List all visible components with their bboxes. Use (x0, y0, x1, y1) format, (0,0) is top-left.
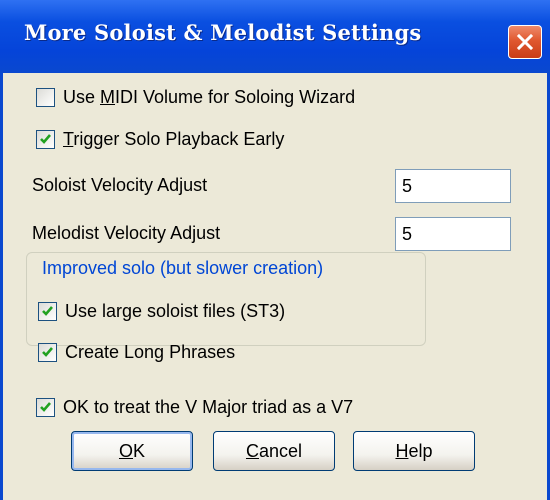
trigger-early-option[interactable]: Trigger Solo Playback Early (36, 129, 284, 150)
help-mnemonic: H (395, 440, 409, 461)
ok-label: K (133, 440, 146, 461)
checkmark-icon (42, 306, 53, 316)
ok-button[interactable]: OK (71, 431, 193, 471)
large-files-label: Use large soloist files (ST3) (65, 301, 286, 321)
title-bar[interactable]: More Soloist & Melodist Settings (0, 0, 550, 73)
long-phrases-checkbox[interactable] (38, 343, 57, 362)
help-label: elp (408, 440, 433, 461)
help-button[interactable]: Help (353, 431, 475, 471)
cancel-label: ancel (258, 440, 303, 461)
v7-label: OK to treat the V Major triad as a V7 (63, 397, 354, 417)
group-title: Improved solo (but slower creation) (38, 258, 328, 279)
checkmark-icon (42, 347, 53, 357)
cancel-button[interactable]: Cancel (213, 431, 335, 471)
close-button[interactable] (508, 25, 542, 59)
long-phrases-label: Create Long Phrases (65, 342, 236, 362)
dialog-window: More Soloist & Melodist Settings Use MID… (0, 0, 550, 500)
trigger-early-checkbox[interactable] (36, 130, 55, 149)
soloist-velocity-label: Soloist Velocity Adjust (32, 175, 208, 195)
cancel-mnemonic: C (245, 440, 259, 461)
trigger-early-label: Trigger Solo Playback Early (63, 129, 285, 149)
melodist-velocity-label: Melodist Velocity Adjust (32, 223, 221, 243)
large-files-option[interactable]: Use large soloist files (ST3) (38, 301, 285, 322)
dialog-title: More Soloist & Melodist Settings (24, 20, 422, 45)
ok-mnemonic: O (118, 440, 133, 461)
close-icon (516, 33, 534, 51)
v7-option[interactable]: OK to treat the V Major triad as a V7 (36, 397, 353, 418)
v7-checkbox[interactable] (36, 398, 55, 417)
midi-volume-checkbox[interactable] (36, 88, 55, 107)
midi-volume-label: Use MIDI Volume for Soloing Wizard (63, 87, 356, 107)
long-phrases-option[interactable]: Create Long Phrases (38, 342, 235, 363)
melodist-velocity-input[interactable] (395, 217, 511, 251)
checkmark-icon (40, 134, 51, 144)
large-files-checkbox[interactable] (38, 302, 57, 321)
midi-volume-option[interactable]: Use MIDI Volume for Soloing Wizard (36, 87, 355, 108)
soloist-velocity-input[interactable] (395, 169, 511, 203)
checkmark-icon (40, 402, 51, 412)
